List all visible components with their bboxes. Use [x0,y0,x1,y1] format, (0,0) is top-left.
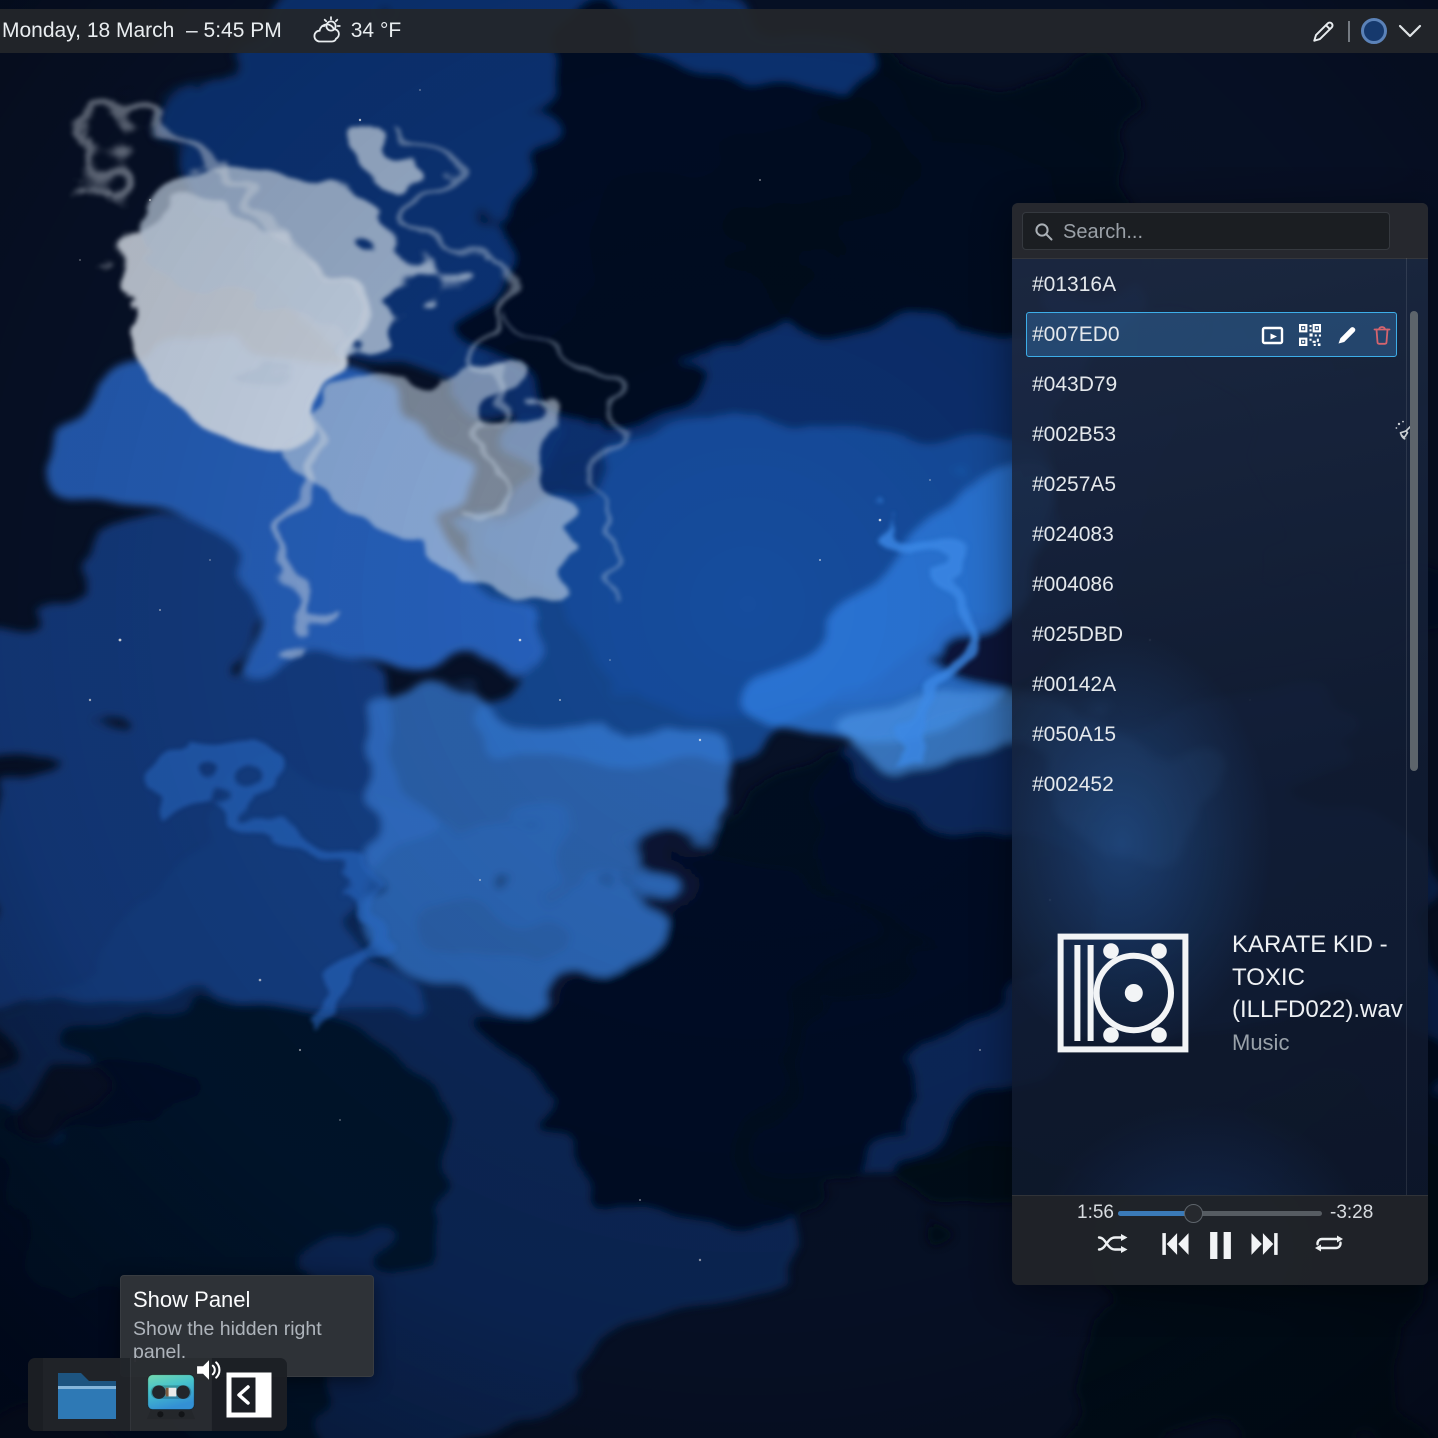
search-input[interactable] [1061,213,1385,251]
track-title: KARATE KID - TOXIC (ILLFD022).wav [1232,929,1408,1027]
show-panel-icon [226,1372,272,1418]
clock-date[interactable]: Monday, 18 March – 5:45 PM [2,19,282,43]
color-picker-indicator[interactable] [1361,18,1387,44]
pause-button[interactable] [1210,1232,1231,1259]
slider-handle[interactable] [1184,1204,1203,1223]
clipboard-item[interactable]: #050A15 [1012,710,1428,760]
clipboard-media-popup: #01316A #007ED0 [1012,203,1428,1285]
chevron-down-icon[interactable] [1398,22,1422,40]
cassette-icon [142,1367,200,1423]
tooltip-title: Show Panel [133,1287,359,1313]
clipboard-header [1012,203,1428,259]
now-playing-info[interactable]: KARATE KID - TOXIC (ILLFD022).wav Music [1232,929,1408,1056]
previous-track-button[interactable] [1161,1232,1191,1256]
track-subtitle: Music [1232,1030,1408,1056]
scrollbar-thumb[interactable] [1410,311,1418,771]
slider-fill [1118,1211,1193,1216]
search-icon [1034,222,1054,242]
seek-slider[interactable] [1118,1196,1322,1231]
clipboard-item[interactable]: #004086 [1012,560,1428,610]
temperature-label: 34 °F [351,19,401,43]
edit-contents-button[interactable] [1336,323,1360,347]
clipboard-item[interactable]: #002B53 [1012,410,1428,460]
clipboard-item[interactable]: #00142A [1012,660,1428,710]
next-track-button[interactable] [1249,1232,1279,1256]
clipboard-item-selected[interactable]: #007ED0 [1012,310,1428,360]
pen-icon[interactable] [1311,18,1337,44]
clipboard-item[interactable]: #043D79 [1012,360,1428,410]
task-audio-player[interactable] [130,1358,211,1431]
remaining-time: -3:28 [1330,1202,1373,1224]
separator [1348,21,1350,42]
clipboard-item[interactable]: #01316A [1012,260,1428,310]
show-panel-button[interactable] [211,1358,287,1431]
task-file-manager[interactable] [43,1358,130,1431]
delete-button[interactable] [1371,323,1395,347]
clipboard-list: #01316A #007ED0 [1012,260,1428,797]
repeat-button[interactable] [1313,1232,1345,1255]
weather-widget[interactable]: 34 °F [312,15,401,47]
bottom-panel [28,1358,287,1431]
sun-behind-cloud-icon [312,15,344,47]
clipboard-item[interactable]: #0257A5 [1012,460,1428,510]
elapsed-time: 1:56 [1048,1202,1114,1224]
shuffle-button[interactable] [1097,1232,1129,1255]
album-art-icon [1057,933,1189,1053]
invoke-action-button[interactable] [1261,323,1285,347]
search-box [1022,212,1390,250]
clipboard-item[interactable]: #025DBD [1012,610,1428,660]
top-panel: Monday, 18 March – 5:45 PM 34 °F [0,9,1438,53]
folder-icon [55,1368,119,1422]
player-controls-bar: 1:56 -3:28 [1012,1195,1428,1285]
clipboard-item[interactable]: #024083 [1012,510,1428,560]
qr-code-button[interactable] [1299,323,1323,347]
clipboard-item[interactable]: #002452 [1012,760,1428,797]
